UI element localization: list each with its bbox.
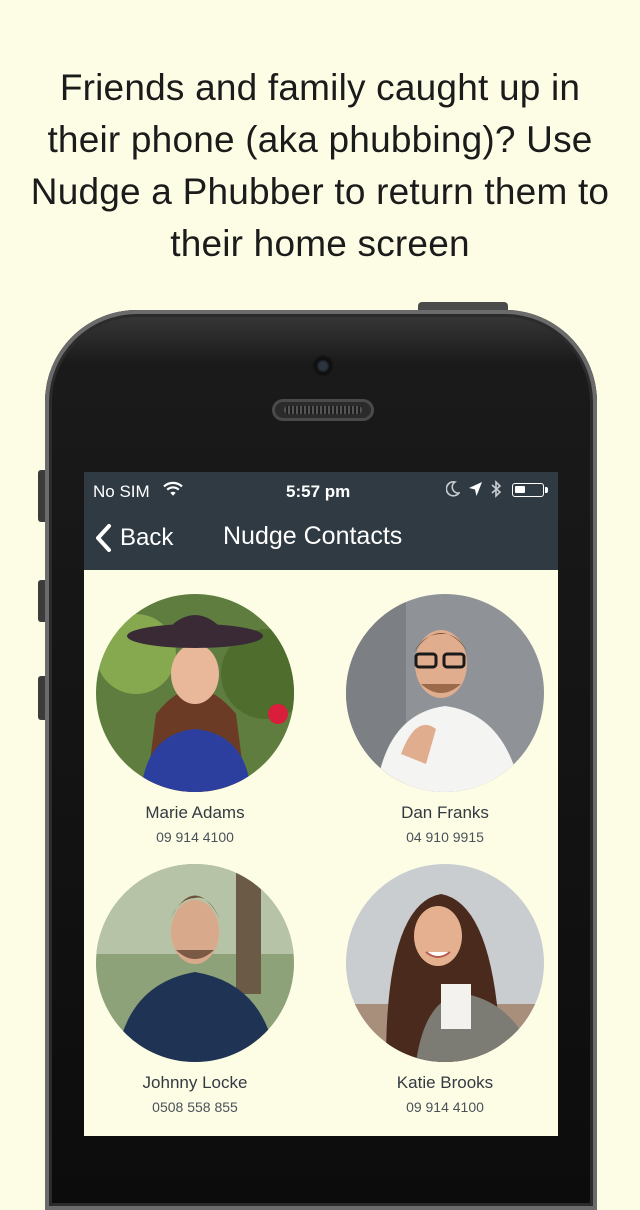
front-camera <box>312 355 334 377</box>
avatar-photo-man-glasses <box>346 594 544 792</box>
contact-avatar[interactable] <box>96 864 294 1062</box>
contact-name: Katie Brooks <box>396 1073 494 1092</box>
status-bar: No SIM 5:57 pm <box>84 472 558 510</box>
contact-phone: 09 914 4100 <box>406 1099 484 1115</box>
earpiece-speaker <box>272 399 374 421</box>
contact-phone: 04 910 9915 <box>406 829 484 845</box>
contact-name: Marie Adams <box>145 803 245 822</box>
promo-headline: Friends and family caught up in their ph… <box>30 67 610 264</box>
battery-level <box>515 486 525 493</box>
back-button-label: Back <box>120 524 174 551</box>
contact-phone: 0508 558 855 <box>152 1099 238 1115</box>
moon-icon <box>445 481 461 502</box>
contact-name: Dan Franks <box>401 803 489 822</box>
navigation-bar: No SIM 5:57 pm Back Nudge Contacts <box>84 472 558 570</box>
chevron-left-icon <box>96 524 111 552</box>
bluetooth-icon <box>490 480 502 503</box>
carrier-label: No SIM <box>93 482 150 501</box>
contact-phone: 09 914 4100 <box>156 829 234 845</box>
page-title: Nudge Contacts <box>223 522 403 550</box>
contact-name: Johnny Locke <box>142 1073 248 1092</box>
contact-card[interactable]: Dan Franks 04 910 9915 <box>345 594 545 846</box>
avatar-photo-woman-hat <box>96 594 294 792</box>
battery-icon <box>512 483 548 497</box>
contact-avatar[interactable] <box>346 864 544 1062</box>
contact-card[interactable]: Johnny Locke 0508 558 855 <box>95 864 295 1116</box>
avatar-photo-woman-smiling <box>346 864 544 1062</box>
contact-card[interactable]: Katie Brooks 09 914 4100 <box>345 864 545 1116</box>
back-button[interactable]: Back <box>94 522 173 554</box>
contact-card[interactable]: Marie Adams 09 914 4100 <box>95 594 295 846</box>
location-arrow-icon <box>468 481 483 502</box>
wifi-icon <box>163 481 183 502</box>
phone-screen: No SIM 5:57 pm Back Nudge Contacts Marie… <box>84 472 558 1136</box>
contact-avatar[interactable] <box>346 594 544 792</box>
clock-label: 5:57 pm <box>286 482 351 501</box>
avatar-photo-man-sweater <box>96 864 294 1062</box>
contact-avatar[interactable] <box>96 594 294 792</box>
